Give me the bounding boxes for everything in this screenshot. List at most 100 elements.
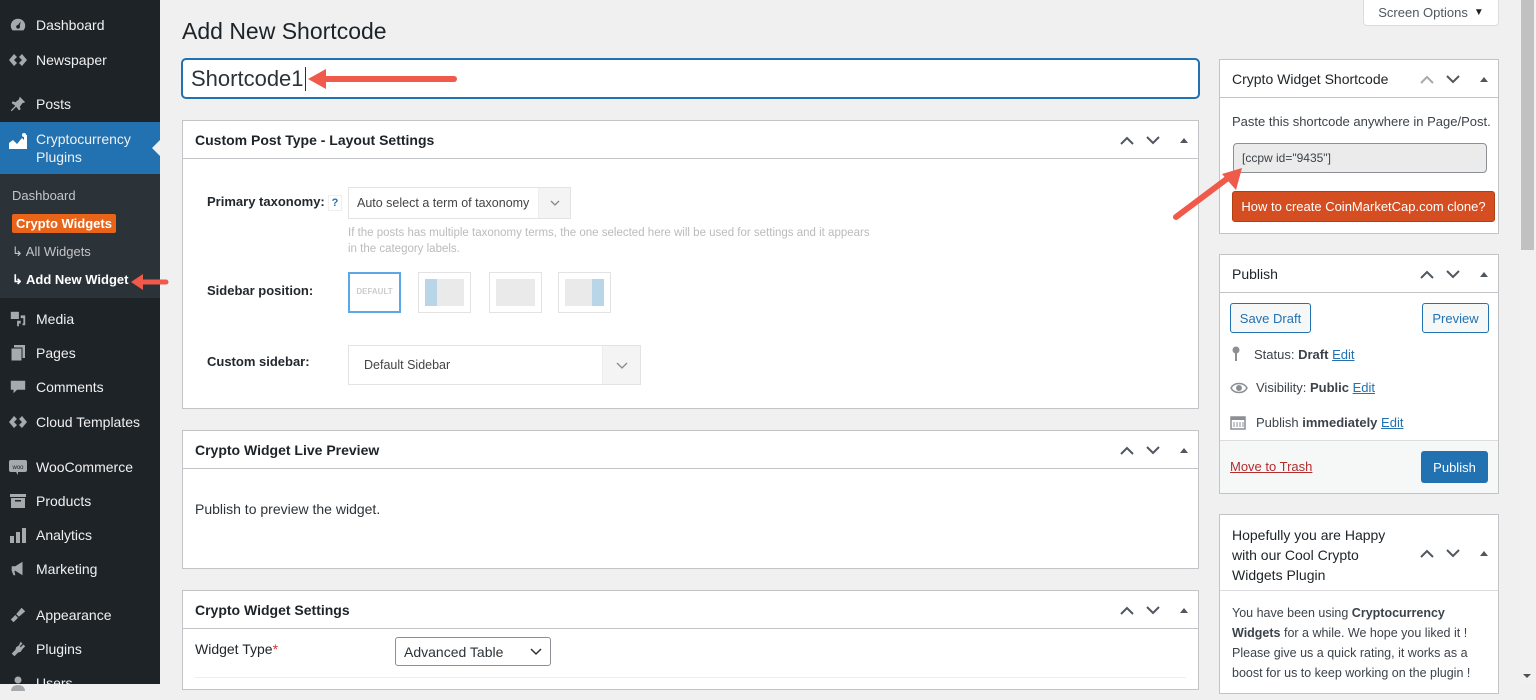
move-down-icon[interactable] — [1146, 443, 1160, 457]
sidebar-item-posts[interactable]: Posts — [0, 87, 160, 121]
collapse-toggle-icon[interactable] — [1480, 550, 1488, 556]
box-header: Custom Post Type - Layout Settings — [183, 121, 1198, 159]
widget-type-label: Widget Type* — [195, 641, 279, 657]
sidebar-item-pages[interactable]: Pages — [0, 336, 160, 370]
move-down-icon[interactable] — [1446, 546, 1460, 560]
chart-icon — [0, 130, 36, 150]
svg-text:woo: woo — [11, 465, 24, 471]
sidebar-position-none[interactable] — [489, 272, 542, 313]
help-icon[interactable]: ? — [328, 195, 342, 211]
box-header: Publish — [1220, 255, 1498, 293]
caret-down-icon: ▼ — [1473, 7, 1484, 18]
rating-message: You have been using Cryptocurrency Widge… — [1232, 606, 1471, 680]
user-icon — [0, 675, 36, 691]
dashboard-icon — [0, 16, 36, 34]
pin-icon — [0, 95, 36, 113]
collapse-toggle-icon[interactable] — [1480, 271, 1488, 277]
collapse-toggle-icon[interactable] — [1180, 447, 1188, 453]
move-down-icon[interactable] — [1146, 133, 1160, 147]
coinmarketcap-clone-button[interactable]: How to create CoinMarketCap.com clone? — [1232, 191, 1495, 222]
bar-chart-icon — [0, 527, 36, 543]
sidebar-position-left[interactable] — [418, 272, 471, 313]
sidebar-position-label: Sidebar position: — [207, 283, 314, 298]
sidebar-item-cloud-templates[interactable]: Cloud Templates — [0, 405, 160, 439]
sidebar-position-right[interactable] — [558, 272, 611, 313]
move-to-trash-link[interactable]: Move to Trash — [1230, 459, 1312, 474]
sidebar-item-marketing[interactable]: Marketing — [0, 552, 160, 586]
calendar-icon — [1230, 414, 1248, 430]
sidebar-item-woocommerce[interactable]: woo WooCommerce — [0, 450, 160, 484]
move-down-icon[interactable] — [1146, 603, 1160, 617]
media-icon — [0, 310, 36, 328]
move-up-icon[interactable] — [1120, 603, 1134, 617]
edit-schedule-link[interactable]: Edit — [1381, 415, 1403, 430]
move-up-icon[interactable] — [1420, 546, 1434, 560]
status-row: Status: Draft Edit — [1230, 346, 1354, 362]
publish-box: Publish Save Draft Preview Status: Draft… — [1219, 254, 1499, 494]
comment-icon — [0, 378, 36, 396]
move-down-icon[interactable] — [1446, 72, 1460, 86]
eye-icon — [1230, 382, 1248, 394]
edit-visibility-link[interactable]: Edit — [1353, 380, 1375, 395]
box-header: Crypto Widget Shortcode — [1220, 60, 1498, 98]
shortcode-field[interactable]: [ccpw id="9435"] — [1233, 143, 1487, 173]
scroll-down-arrow-icon[interactable] — [1523, 674, 1531, 682]
scrollbar-thumb[interactable] — [1521, 0, 1534, 250]
sidebar-item-plugins[interactable]: Plugins — [0, 632, 160, 666]
screen-options-button[interactable]: Screen Options ▼ — [1363, 0, 1499, 26]
annotation-arrow-icon — [1173, 168, 1242, 220]
sidebar-item-analytics[interactable]: Analytics — [0, 518, 160, 552]
submenu-dashboard[interactable]: Dashboard — [12, 188, 76, 203]
sidebar-position-default[interactable]: DEFAULT — [348, 272, 401, 313]
save-draft-button[interactable]: Save Draft — [1230, 303, 1311, 333]
preview-message: Publish to preview the widget. — [195, 501, 381, 517]
move-down-icon[interactable] — [1446, 267, 1460, 281]
edit-status-link[interactable]: Edit — [1332, 347, 1354, 362]
publish-button[interactable]: Publish — [1421, 451, 1488, 483]
move-up-icon[interactable] — [1420, 72, 1434, 86]
custom-sidebar-label: Custom sidebar: — [207, 354, 310, 369]
sidebar-item-comments[interactable]: Comments — [0, 370, 160, 404]
page-title: Add New Shortcode — [182, 18, 387, 44]
layout-settings-box: Custom Post Type - Layout Settings Prima… — [182, 120, 1199, 409]
sidebar-item-newspaper[interactable]: Newspaper — [0, 43, 160, 77]
submenu-crypto-widgets[interactable]: Crypto Widgets — [12, 214, 116, 233]
primary-taxonomy-select[interactable]: Auto select a term of taxonomy — [348, 187, 571, 219]
chevron-down-icon — [530, 648, 542, 656]
divider — [195, 677, 1186, 678]
publish-actions: Move to Trash Publish — [1220, 440, 1498, 493]
main-content: Screen Options ▼ Add New Shortcode Short… — [160, 0, 1520, 694]
sidebar-item-users[interactable]: Users — [0, 666, 160, 700]
admin-sidebar: Dashboard Newspaper Posts Cryptocurrency… — [0, 0, 160, 691]
move-up-icon[interactable] — [1120, 133, 1134, 147]
widget-type-select[interactable]: Advanced Table — [395, 637, 551, 666]
live-preview-box: Crypto Widget Live Preview Publish to pr… — [182, 430, 1199, 569]
collapse-toggle-icon[interactable] — [1180, 137, 1188, 143]
submenu-all-widgets[interactable]: ↳ All Widgets — [12, 244, 91, 260]
sidebar-item-dashboard[interactable]: Dashboard — [0, 8, 160, 42]
collapse-toggle-icon[interactable] — [1180, 607, 1188, 613]
woo-icon: woo — [0, 459, 36, 475]
plug-icon — [0, 640, 36, 658]
annotation-arrow-icon — [308, 69, 457, 89]
box-header: Crypto Widget Settings — [183, 591, 1198, 629]
box-header: Hopefully you are Happy with our Cool Cr… — [1220, 515, 1498, 591]
custom-sidebar-select[interactable]: Default Sidebar — [348, 345, 641, 385]
submenu-add-new-widget[interactable]: ↳ Add New Widget — [12, 272, 128, 288]
preview-button[interactable]: Preview — [1422, 303, 1489, 333]
pages-icon — [0, 344, 36, 362]
cloud-templates-icon — [0, 415, 36, 429]
shortcode-instruction: Paste this shortcode anywhere in Page/Po… — [1232, 114, 1491, 129]
visibility-row: Visibility: Public Edit — [1230, 380, 1375, 395]
box-header: Crypto Widget Live Preview — [183, 431, 1198, 469]
brush-icon — [0, 606, 36, 624]
move-up-icon[interactable] — [1420, 267, 1434, 281]
rating-box: Hopefully you are Happy with our Cool Cr… — [1219, 514, 1499, 694]
sidebar-item-cryptocurrency-plugins[interactable]: Cryptocurrency Plugins — [0, 122, 160, 174]
widget-settings-box: Crypto Widget Settings Widget Type* Adva… — [182, 590, 1199, 690]
sidebar-item-appearance[interactable]: Appearance — [0, 598, 160, 632]
collapse-toggle-icon[interactable] — [1480, 76, 1488, 82]
sidebar-item-media[interactable]: Media — [0, 302, 160, 336]
sidebar-item-products[interactable]: Products — [0, 484, 160, 518]
move-up-icon[interactable] — [1120, 443, 1134, 457]
